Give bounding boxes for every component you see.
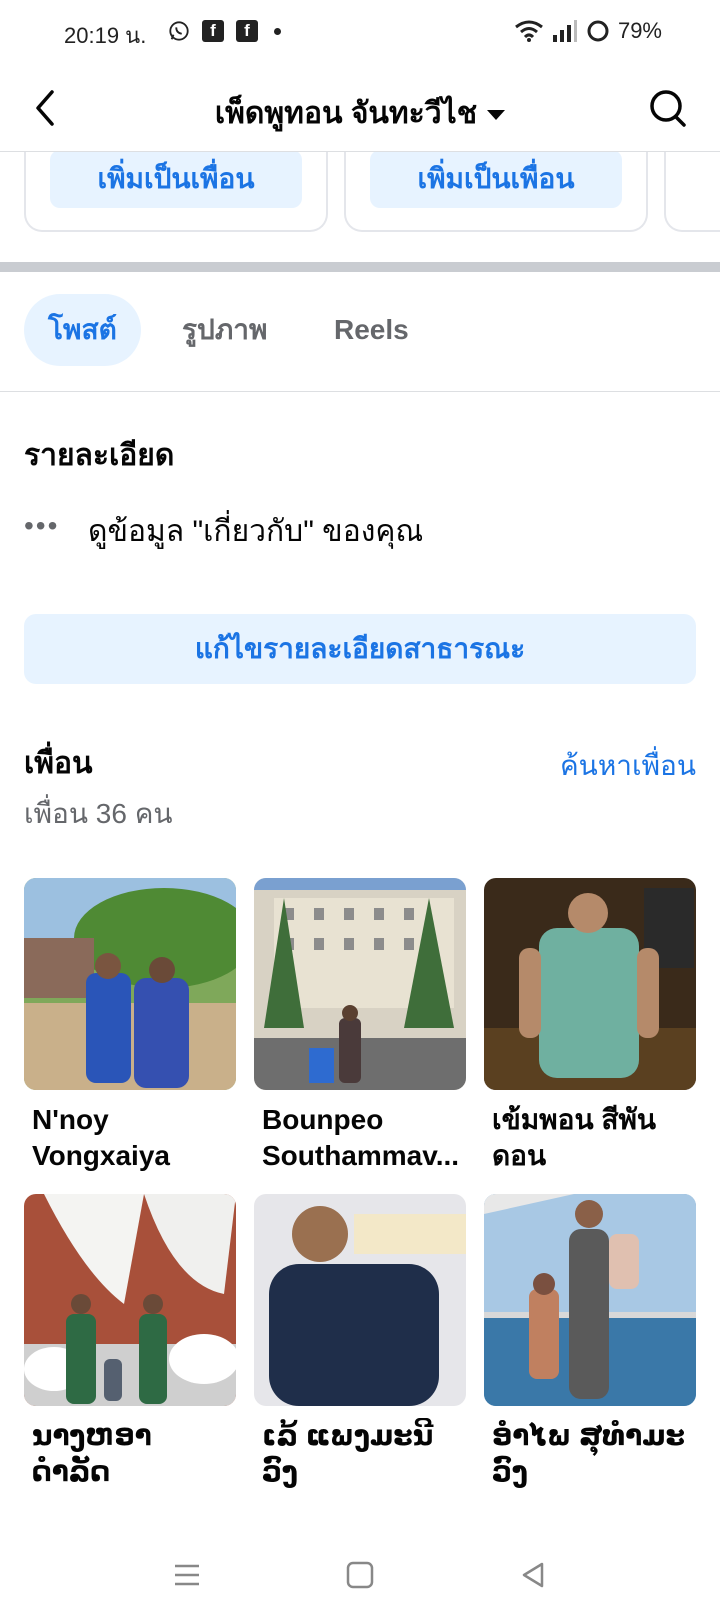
edit-public-details-button[interactable]: แก้ไขรายละเอียดสาธารณะ xyxy=(24,614,696,684)
friend-tile[interactable]: Bounpeo Southammav... xyxy=(254,878,466,1174)
dot-icon xyxy=(274,27,281,35)
friend-name: Bounpeo Southammav... xyxy=(262,1104,460,1171)
back-triangle-icon[interactable] xyxy=(516,1558,550,1592)
system-navigation-bar xyxy=(0,1540,720,1612)
more-dots-icon: ••• xyxy=(24,509,60,541)
find-friends-link[interactable]: ค้นหาเพื่อน xyxy=(560,744,696,788)
section-divider xyxy=(0,262,720,272)
top-navigation: เพ็ดพูทอน จันทะวีไช xyxy=(0,66,720,152)
suggestion-card xyxy=(664,152,720,232)
wifi-icon xyxy=(515,20,543,42)
friend-tile[interactable]: ເລ້ ແພງມະນີວົງ xyxy=(254,1194,466,1490)
profile-tabs: โพสต์ รูปภาพ Reels xyxy=(0,272,720,392)
search-button[interactable] xyxy=(648,86,688,130)
details-heading: รายละเอียด xyxy=(24,439,175,472)
friend-tile[interactable]: N'noy Vongxaiya xyxy=(24,878,236,1174)
friend-tile[interactable]: ນາງຫອາ ດຳລັດ xyxy=(24,1194,236,1490)
status-time: 20:19 น. xyxy=(64,23,147,48)
friend-tile[interactable]: ອຳໄພ ສຸທຳມະວົງ xyxy=(484,1194,696,1490)
friend-name: ເລ້ ແພງມະນີວົງ xyxy=(262,1420,434,1487)
friend-photo[interactable] xyxy=(484,1194,696,1406)
add-friend-button[interactable]: เพิ่มเป็นเพื่อน xyxy=(370,152,622,208)
friends-count: เพื่อน 36 คน xyxy=(24,798,173,829)
friend-tile[interactable]: เข้มพอน สีพันดอน xyxy=(484,878,696,1174)
whatsapp-icon xyxy=(169,21,189,41)
system-status: 79% xyxy=(514,18,662,44)
signal-icon xyxy=(552,20,577,42)
facebook-icon: f xyxy=(236,20,258,42)
tab-reels[interactable]: Reels xyxy=(310,294,433,366)
tab-photos[interactable]: รูปภาพ xyxy=(158,294,291,366)
suggestion-card: เพิ่มเป็นเพื่อน xyxy=(344,152,648,232)
friend-name: เข้มพอน สีพันดอน xyxy=(492,1104,657,1171)
menu-icon[interactable] xyxy=(170,1558,204,1592)
friend-photo[interactable] xyxy=(24,878,236,1090)
friend-name: ອຳໄພ ສຸທຳມະວົງ xyxy=(492,1420,685,1487)
suggestion-card: เพิ่มเป็นเพื่อน xyxy=(24,152,328,232)
profile-name-dropdown[interactable]: เพ็ดพูทอน จันทะวีไช xyxy=(0,90,720,137)
add-friend-button[interactable]: เพิ่มเป็นเพื่อน xyxy=(50,152,302,208)
about-info-row[interactable]: ••• ดูข้อมูล "เกี่ยวกับ" ของคุณ xyxy=(24,508,423,555)
friends-heading: เพื่อน xyxy=(24,747,93,780)
battery-ring-icon xyxy=(587,20,609,42)
status-bar: 20:19 น. f f 79% xyxy=(0,0,720,66)
facebook-icon: f xyxy=(202,20,224,42)
about-info-text: ดูข้อมูล "เกี่ยวกับ" ของคุณ xyxy=(88,515,424,548)
caret-down-icon xyxy=(487,110,506,121)
tab-posts[interactable]: โพสต์ xyxy=(24,294,141,366)
friend-photo[interactable] xyxy=(254,878,466,1090)
friend-name: N'noy Vongxaiya xyxy=(32,1104,170,1171)
friend-photo[interactable] xyxy=(484,878,696,1090)
notification-icons: f f xyxy=(168,20,281,42)
friend-photo[interactable] xyxy=(24,1194,236,1406)
battery-percent: 79% xyxy=(617,18,662,43)
page-title: เพ็ดพูทอน จันทะวีไช xyxy=(214,97,478,130)
friend-photo[interactable] xyxy=(254,1194,466,1406)
people-suggestions: เพิ่มเป็นเพื่อน เพิ่มเป็นเพื่อน xyxy=(0,152,720,238)
home-square-icon[interactable] xyxy=(343,1558,377,1592)
friend-name: ນາງຫອາ ດຳລັດ xyxy=(32,1420,152,1487)
